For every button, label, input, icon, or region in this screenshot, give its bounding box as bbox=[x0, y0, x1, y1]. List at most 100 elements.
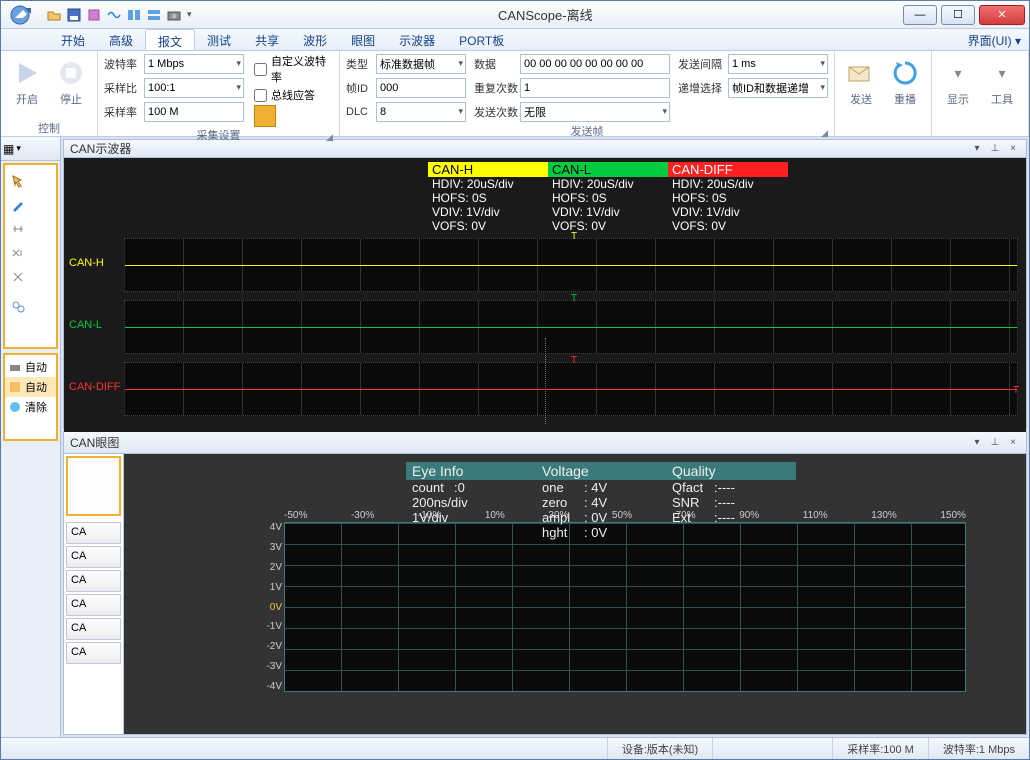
qat-save-icon[interactable] bbox=[65, 6, 83, 24]
eye-panel: CAN眼图 ▾ ⊥ × CA CA CA CA CA bbox=[63, 431, 1027, 735]
tab-wave[interactable]: 波形 bbox=[291, 29, 339, 50]
dlc-select[interactable]: 8 bbox=[376, 102, 466, 122]
send-button[interactable]: 发送 bbox=[841, 53, 881, 107]
qat-layout1-icon[interactable] bbox=[125, 6, 143, 24]
eye-info-overlay: Eye Info count:0 200ns/div 1V/div Voltag… bbox=[406, 462, 796, 540]
tab-port[interactable]: PORT板 bbox=[447, 29, 516, 50]
ribbon-tabs: 开始 高级 报文 测试 共享 波形 眼图 示波器 PORT板 界面(UI) ▾ bbox=[1, 29, 1029, 51]
eye-tab[interactable]: CA bbox=[66, 546, 121, 568]
option-auto2[interactable]: 自动 bbox=[5, 377, 56, 397]
panel-menu-icon[interactable]: ▾ bbox=[970, 142, 984, 156]
qat-open-icon[interactable] bbox=[45, 6, 63, 24]
eye-tab[interactable]: CA bbox=[66, 570, 121, 592]
mail-icon bbox=[845, 57, 877, 89]
eye-tab[interactable]: CA bbox=[66, 618, 121, 640]
ribbon-group-control: 开启 停止 控制 bbox=[1, 51, 98, 136]
maximize-button[interactable]: ☐ bbox=[941, 5, 975, 25]
tab-scope[interactable]: 示波器 bbox=[387, 29, 447, 50]
waveform-can-diff: CAN-DIFFTT bbox=[124, 362, 1018, 416]
eye-tab[interactable]: CA bbox=[66, 522, 121, 544]
ui-menu[interactable]: 界面(UI) ▾ bbox=[960, 29, 1029, 50]
tool-find[interactable] bbox=[7, 295, 54, 319]
eye-panel-title: CAN眼图 bbox=[70, 434, 119, 451]
repeat-input[interactable] bbox=[520, 78, 670, 98]
tool-cursor[interactable] bbox=[7, 169, 54, 193]
docking-area: ▦ ▾ 自动 自动 清除 C bbox=[1, 137, 1029, 737]
minimize-button[interactable]: — bbox=[903, 5, 937, 25]
ribbon-group-acquire: 波特率1 Mbps 采样比100:1 采样率100 M 自定义波特率 总线应答 … bbox=[98, 51, 340, 136]
quick-access-toolbar: ▾ bbox=[45, 6, 192, 24]
frame-id-input[interactable] bbox=[376, 78, 466, 98]
window-title: CANScope-离线 bbox=[192, 5, 899, 24]
tool-measure3[interactable] bbox=[7, 265, 54, 289]
color-picker[interactable] bbox=[254, 105, 276, 127]
option-auto1[interactable]: 自动 bbox=[5, 357, 56, 377]
dialog-launcher-icon[interactable]: ◢ bbox=[821, 128, 828, 139]
chevron-down-icon: ▾ bbox=[986, 57, 1018, 89]
bus-response-checkbox[interactable]: 总线应答 bbox=[254, 87, 333, 103]
interval-select[interactable]: 1 ms bbox=[728, 54, 828, 74]
qat-layout2-icon[interactable] bbox=[145, 6, 163, 24]
scope-toolbar bbox=[3, 163, 58, 349]
eye-sidebar: CA CA CA CA CA CA bbox=[64, 454, 124, 734]
sidebar-tab-strip: ▦ ▾ bbox=[1, 137, 60, 161]
tab-advanced[interactable]: 高级 bbox=[97, 29, 145, 50]
ratio-select[interactable]: 100:1 bbox=[144, 78, 244, 98]
baud-select[interactable]: 1 Mbps bbox=[144, 54, 244, 74]
chevron-down-icon: ▾ bbox=[942, 57, 974, 89]
play-icon bbox=[11, 57, 43, 89]
waveform-can-l: CAN-LT bbox=[124, 300, 1018, 354]
increment-select[interactable]: 帧ID和数据递增 bbox=[728, 78, 828, 98]
center-area: CAN示波器 ▾ ⊥ × CAN-HHDIV: 20uS/divHOFS: 0S… bbox=[61, 137, 1029, 737]
tab-test[interactable]: 测试 bbox=[195, 29, 243, 50]
status-device: 设备:版本(未知) bbox=[607, 738, 712, 759]
panel-tab-dropdown-icon[interactable]: ▾ bbox=[16, 143, 21, 154]
status-bar: 设备:版本(未知) 采样率:100 M 波特率:1 Mbps bbox=[1, 737, 1029, 759]
frame-type-select[interactable]: 标准数据帧 bbox=[376, 54, 466, 74]
panel-tab-icon[interactable]: ▦ bbox=[3, 142, 14, 156]
qat-wave-icon[interactable] bbox=[105, 6, 123, 24]
tools-button[interactable]: ▾工具 bbox=[982, 53, 1022, 107]
dialog-launcher-icon[interactable]: ◢ bbox=[326, 132, 333, 143]
titlebar: ▾ CANScope-离线 — ☐ ✕ bbox=[1, 1, 1029, 29]
scope-canvas[interactable]: CAN-HHDIV: 20uS/divHOFS: 0SVDIV: 1V/divV… bbox=[64, 158, 1026, 432]
panel-pin-icon[interactable]: ⊥ bbox=[988, 142, 1002, 156]
scope-panel: CAN示波器 ▾ ⊥ × CAN-HHDIV: 20uS/divHOFS: 0S… bbox=[63, 139, 1027, 429]
custom-baud-checkbox[interactable]: 自定义波特率 bbox=[254, 53, 333, 85]
eye-preview[interactable] bbox=[66, 456, 121, 516]
app-icon[interactable] bbox=[5, 3, 41, 27]
tab-message[interactable]: 报文 bbox=[145, 29, 195, 50]
tool-measure1[interactable] bbox=[7, 217, 54, 241]
waveform-can-h: CAN-HT bbox=[124, 238, 1018, 292]
ribbon-group-send: 发送 重播 bbox=[835, 51, 932, 136]
data-input[interactable] bbox=[520, 54, 670, 74]
panel-close-icon[interactable]: × bbox=[1006, 436, 1020, 450]
close-button[interactable]: ✕ bbox=[979, 5, 1025, 25]
panel-menu-icon[interactable]: ▾ bbox=[970, 436, 984, 450]
eye-tab[interactable]: CA bbox=[66, 594, 121, 616]
stop-button[interactable]: 停止 bbox=[51, 53, 91, 107]
sendcount-select[interactable]: 无限 bbox=[520, 102, 670, 122]
repeat-button[interactable]: 重播 bbox=[885, 53, 925, 107]
refresh-icon bbox=[889, 57, 921, 89]
panel-pin-icon[interactable]: ⊥ bbox=[988, 436, 1002, 450]
option-blank[interactable] bbox=[5, 417, 56, 437]
eye-tab[interactable]: CA bbox=[66, 642, 121, 664]
eye-y-axis: 4V3V2V1V0V-1V-2V-3V-4V bbox=[254, 522, 282, 692]
tool-measure2[interactable] bbox=[7, 241, 54, 265]
tab-start[interactable]: 开始 bbox=[49, 29, 97, 50]
panel-close-icon[interactable]: × bbox=[1006, 142, 1020, 156]
qat-camera-icon[interactable] bbox=[165, 6, 183, 24]
start-button[interactable]: 开启 bbox=[7, 53, 47, 107]
tool-blank[interactable] bbox=[7, 319, 54, 343]
tool-pen[interactable] bbox=[7, 193, 54, 217]
option-clear[interactable]: 清除 bbox=[5, 397, 56, 417]
qat-settings-icon[interactable] bbox=[85, 6, 103, 24]
rate-display: 100 M bbox=[144, 102, 244, 122]
window-buttons: — ☐ ✕ bbox=[899, 5, 1025, 25]
eye-canvas[interactable]: Eye Info count:0 200ns/div 1V/div Voltag… bbox=[124, 454, 1026, 734]
channel-info-overlay: CAN-HHDIV: 20uS/divHOFS: 0SVDIV: 1V/divV… bbox=[428, 162, 788, 233]
display-button[interactable]: ▾显示 bbox=[938, 53, 978, 107]
tab-share[interactable]: 共享 bbox=[243, 29, 291, 50]
tab-eye[interactable]: 眼图 bbox=[339, 29, 387, 50]
